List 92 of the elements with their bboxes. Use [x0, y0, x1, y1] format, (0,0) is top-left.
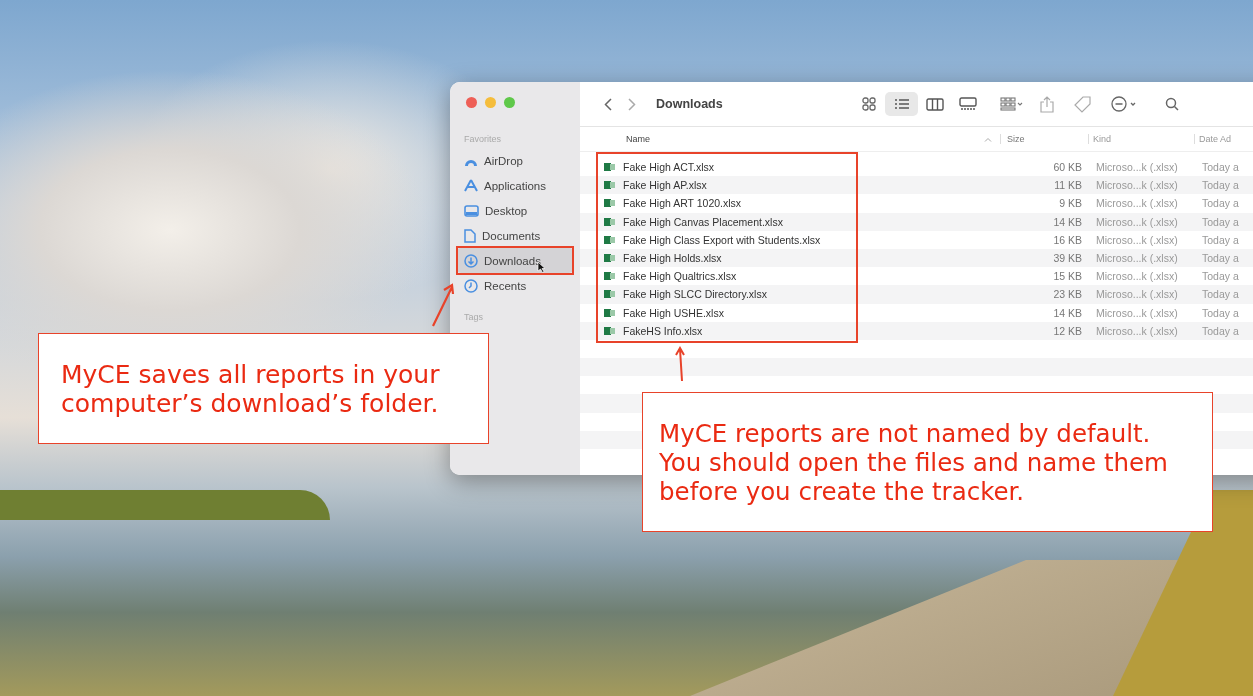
download-icon	[464, 253, 478, 268]
file-size: 14 KB	[1052, 306, 1083, 319]
sidebar-item[interactable]: Downloads	[456, 248, 574, 273]
file-name: Fake High USHE.xlsx	[623, 306, 724, 319]
file-name: Fake High Qualtrics.xlsx	[623, 270, 737, 283]
window-title: Downloads	[656, 97, 724, 111]
file-name: Fake High AP.xlsx	[623, 179, 707, 192]
gallery-view-icon	[958, 97, 977, 111]
file-name: Fake High Canvas Placement.xlsx	[623, 215, 783, 228]
file-row[interactable]: Fake High Qualtrics.xlsx 15 KB Microso...k (.xlsx) Today a	[580, 267, 1253, 286]
close-button[interactable]	[466, 97, 477, 108]
file-name: Fake High Holds.xlsx	[623, 252, 722, 265]
file-kind: Microso...k (.xlsx)	[1095, 179, 1179, 192]
sidebar-item[interactable]: Applications	[456, 173, 574, 198]
sidebar-item[interactable]: Desktop	[456, 198, 574, 223]
file-date: Today a	[1201, 233, 1239, 246]
spreadsheet-file-icon	[604, 234, 615, 245]
sidebar-item[interactable]: Documents	[456, 223, 574, 248]
spreadsheet-file-icon	[604, 216, 615, 227]
spreadsheet-file-icon	[604, 253, 615, 264]
pointer-arrow	[674, 346, 688, 382]
callout-note: MyCE saves all reports in your computer’s download’s folder.	[38, 333, 489, 444]
spreadsheet-file-icon	[604, 307, 615, 318]
file-date: Today a	[1201, 161, 1239, 174]
spreadsheet-file-icon	[604, 162, 615, 173]
applications-icon	[464, 179, 478, 192]
file-date: Today a	[1201, 252, 1239, 265]
sidebar-section-title: Favorites	[463, 134, 502, 146]
file-date: Today a	[1201, 197, 1239, 210]
chevron-right-icon	[628, 97, 636, 111]
file-name: Fake High ACT.xlsx	[623, 161, 715, 174]
file-size: 14 KB	[1052, 215, 1083, 228]
clock-icon	[464, 278, 478, 293]
file-date: Today a	[1201, 270, 1239, 283]
view-mode-button[interactable]	[885, 92, 918, 116]
file-size: 39 KB	[1052, 252, 1083, 265]
list-view-icon	[893, 98, 910, 110]
file-name: Fake High SLCC Directory.xlsx	[623, 288, 767, 301]
pointer-arrow	[430, 283, 456, 327]
file-row[interactable]: Fake High USHE.xlsx 14 KB Microso...k (.xlsx) Today a	[580, 303, 1253, 322]
file-name: Fake High ART 1020.xlsx	[623, 197, 742, 210]
file-date: Today a	[1201, 324, 1239, 337]
file-row[interactable]: Fake High Class Export with Students.xlsx 16 KB Microso...k (.xlsx) Today a	[580, 230, 1253, 249]
file-kind: Microso...k (.xlsx)	[1095, 324, 1179, 337]
file-row[interactable]: Fake High AP.xlsx 11 KB Microso...k (.xlsx) Today a	[580, 176, 1253, 195]
file-row[interactable]: Fake High SLCC Directory.xlsx 23 KB Microso...k (.xlsx) Today a	[580, 285, 1253, 304]
tag-icon[interactable]	[1074, 95, 1091, 113]
file-date: Today a	[1201, 288, 1239, 301]
chevron-left-icon	[604, 97, 612, 111]
file-kind: Microso...k (.xlsx)	[1095, 288, 1179, 301]
spreadsheet-file-icon	[604, 198, 615, 209]
file-date: Today a	[1201, 179, 1239, 192]
file-name: Fake High Class Export with Students.xlsx	[623, 233, 821, 246]
file-kind: Microso...k (.xlsx)	[1095, 197, 1179, 210]
file-kind: Microso...k (.xlsx)	[1095, 252, 1179, 265]
desktop-icon	[464, 204, 479, 217]
file-row[interactable]: Fake High Holds.xlsx 39 KB Microso...k (.xlsx) Today a	[580, 248, 1253, 268]
spreadsheet-file-icon	[604, 325, 615, 336]
file-size: 16 KB	[1052, 233, 1083, 246]
file-row[interactable]: FakeHS Info.xlsx 12 KB Microso...k (.xlsx) Today a	[580, 321, 1253, 340]
spreadsheet-file-icon	[604, 289, 615, 300]
document-icon	[464, 228, 476, 243]
file-size: 11 KB	[1053, 179, 1083, 192]
file-size: 60 KB	[1052, 161, 1083, 174]
file-size: 12 KB	[1052, 324, 1083, 337]
file-date: Today a	[1201, 215, 1239, 228]
sidebar-item[interactable]: Recents	[456, 273, 574, 298]
file-kind: Microso...k (.xlsx)	[1095, 270, 1179, 283]
column-header[interactable]: Name	[622, 134, 650, 144]
file-row[interactable]: Fake High Canvas Placement.xlsx 14 KB Microso...k (.xlsx) Today a	[580, 212, 1253, 231]
file-name: FakeHS Info.xlsx	[623, 324, 703, 337]
file-row[interactable]: Fake High ART 1020.xlsx 9 KB Microso...k (.xlsx) Today a	[580, 194, 1253, 213]
column-header[interactable]: Size	[1000, 134, 1088, 144]
file-kind: Microso...k (.xlsx)	[1095, 215, 1179, 228]
sidebar-item[interactable]: AirDrop	[456, 148, 574, 173]
file-size: 15 KB	[1052, 270, 1083, 283]
sidebar-section-title: Tags	[463, 312, 484, 324]
share-icon[interactable]	[1040, 95, 1054, 113]
icon-view-icon	[861, 97, 876, 111]
file-size: 23 KB	[1052, 288, 1083, 301]
column-view-icon	[925, 97, 944, 111]
search-icon[interactable]	[1165, 97, 1179, 111]
spreadsheet-file-icon	[604, 180, 615, 191]
file-kind: Microso...k (.xlsx)	[1095, 233, 1179, 246]
spreadsheet-file-icon	[604, 271, 615, 282]
file-kind: Microso...k (.xlsx)	[1095, 161, 1179, 174]
file-row[interactable]: Fake High ACT.xlsx 60 KB Microso...k (.xlsx) Today a	[580, 158, 1253, 177]
file-kind: Microso...k (.xlsx)	[1095, 306, 1179, 319]
group-icon[interactable]	[1000, 97, 1024, 111]
file-date: Today a	[1201, 306, 1239, 319]
callout-note: MyCE reports are not named by default. You should open the files and name them before you create the tracker.	[642, 392, 1213, 532]
file-size: 9 KB	[1058, 197, 1083, 210]
